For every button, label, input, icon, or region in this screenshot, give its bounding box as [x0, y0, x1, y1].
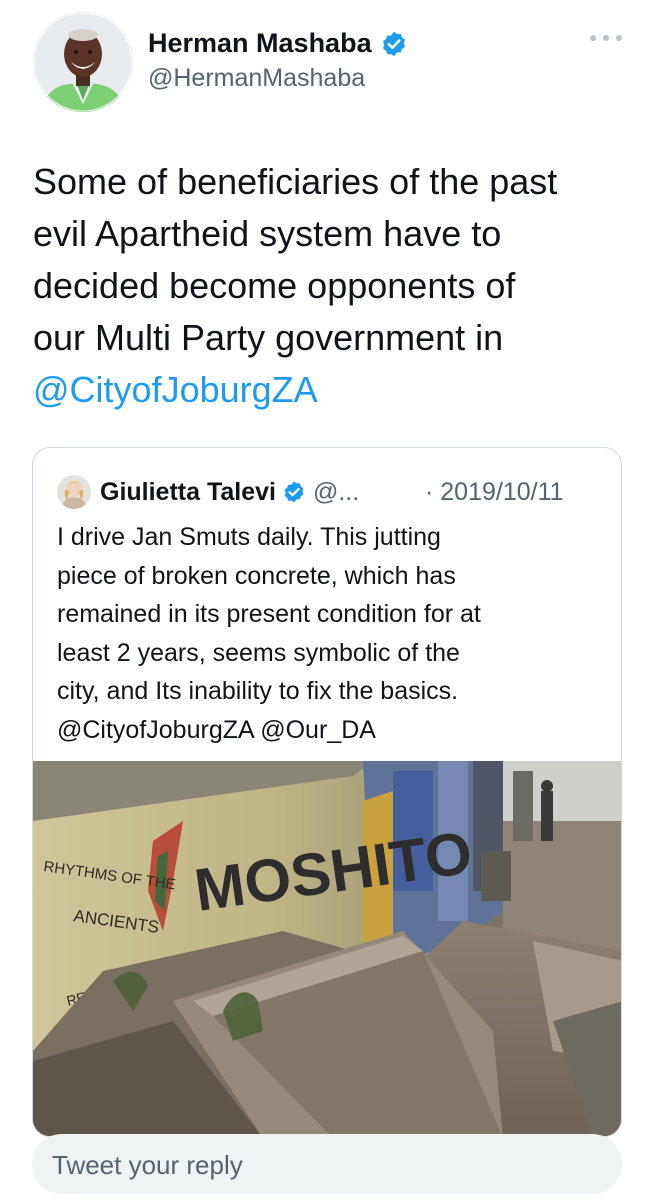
profile-photo-icon: [57, 475, 91, 509]
quoted-author-avatar[interactable]: [57, 475, 91, 509]
verified-badge-icon: [284, 481, 304, 503]
tweet-text: Some of beneficiaries of the past evil A…: [33, 156, 633, 416]
verified-badge-icon: [382, 31, 405, 56]
profile-photo-icon: [33, 12, 133, 112]
quoted-text-line: piece of broken concrete, which has: [57, 561, 456, 590]
quoted-tweet-header: Giulietta Talevi @...: [57, 475, 359, 509]
author-avatar[interactable]: [33, 12, 133, 112]
mention-link[interactable]: @CityofJoburgZA: [33, 364, 633, 416]
tweet-text-line: evil Apartheid system have to: [33, 213, 502, 254]
quoted-text-line: least 2 years, seems symbolic of the: [57, 638, 460, 667]
quoted-tweet-date[interactable]: · 2019/10/11: [425, 478, 564, 507]
quoted-text-line: remained in its present condition for at: [57, 600, 481, 628]
quoted-author-handle[interactable]: @...: [313, 478, 359, 507]
author-handle[interactable]: @HermanMashaba: [148, 64, 365, 93]
dot: [603, 35, 609, 41]
reply-placeholder: Tweet your reply: [52, 1150, 243, 1180]
quoted-author-name[interactable]: Giulietta Talevi: [100, 478, 276, 507]
tweet-header: Herman Mashaba @HermanMashaba: [0, 0, 653, 120]
quoted-text-line: I drive Jan Smuts daily. This jutting: [57, 523, 441, 551]
author-name-row: Herman Mashaba: [148, 28, 408, 59]
quoted-tweet-text: I drive Jan Smuts daily. This jutting pi…: [57, 518, 617, 749]
quoted-tweet[interactable]: Giulietta Talevi @... · 2019/10/11 I dri…: [32, 447, 622, 1137]
tweet-text-line: Some of beneficiaries of the past: [33, 161, 558, 202]
dot: [590, 35, 596, 41]
tweet-text-line: decided become opponents of: [33, 265, 516, 306]
author-name[interactable]: Herman Mashaba: [148, 28, 372, 59]
tweet-text-line: our Multi Party government in: [33, 317, 504, 358]
quoted-text-line: city, and Its inability to fix the basic…: [57, 677, 459, 705]
reply-input[interactable]: Tweet your reply: [32, 1134, 622, 1194]
dot: [616, 35, 622, 41]
quoted-tweet-photo[interactable]: MOSHITO RHYTHMS OF THE ANCIENTS REGISTRA…: [33, 761, 622, 1137]
quoted-text-mentions[interactable]: @CityofJoburgZA @Our_DA: [57, 711, 617, 750]
more-options-icon[interactable]: [590, 28, 622, 48]
